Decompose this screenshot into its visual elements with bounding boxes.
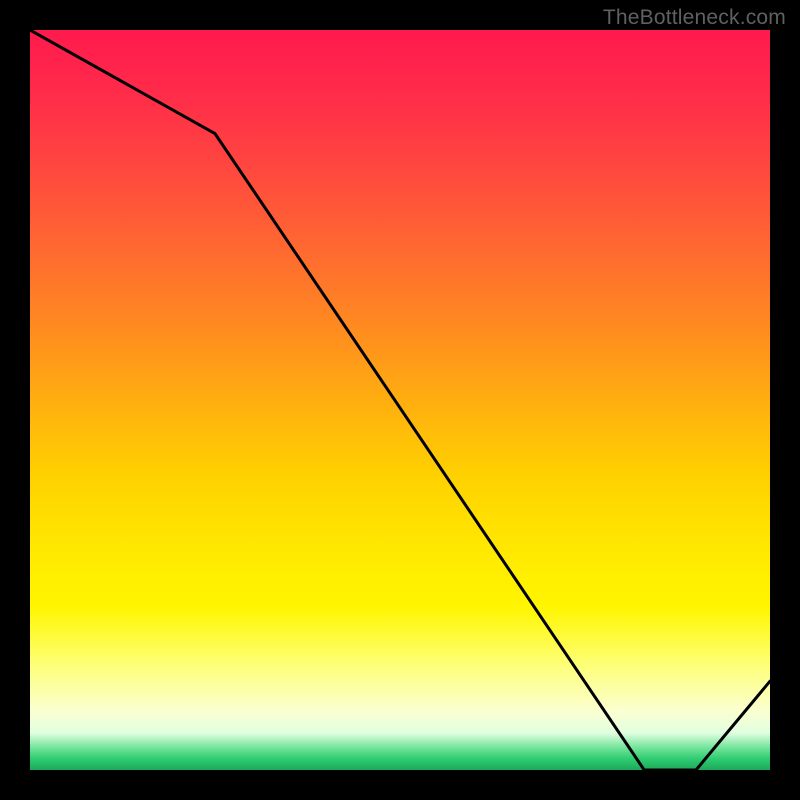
watermark-text: TheBottleneck.com bbox=[603, 6, 786, 30]
line-overlay bbox=[30, 30, 770, 770]
chart-container: TheBottleneck.com bbox=[0, 0, 800, 800]
bottleneck-curve-path bbox=[30, 30, 770, 770]
plot-area bbox=[30, 30, 770, 770]
